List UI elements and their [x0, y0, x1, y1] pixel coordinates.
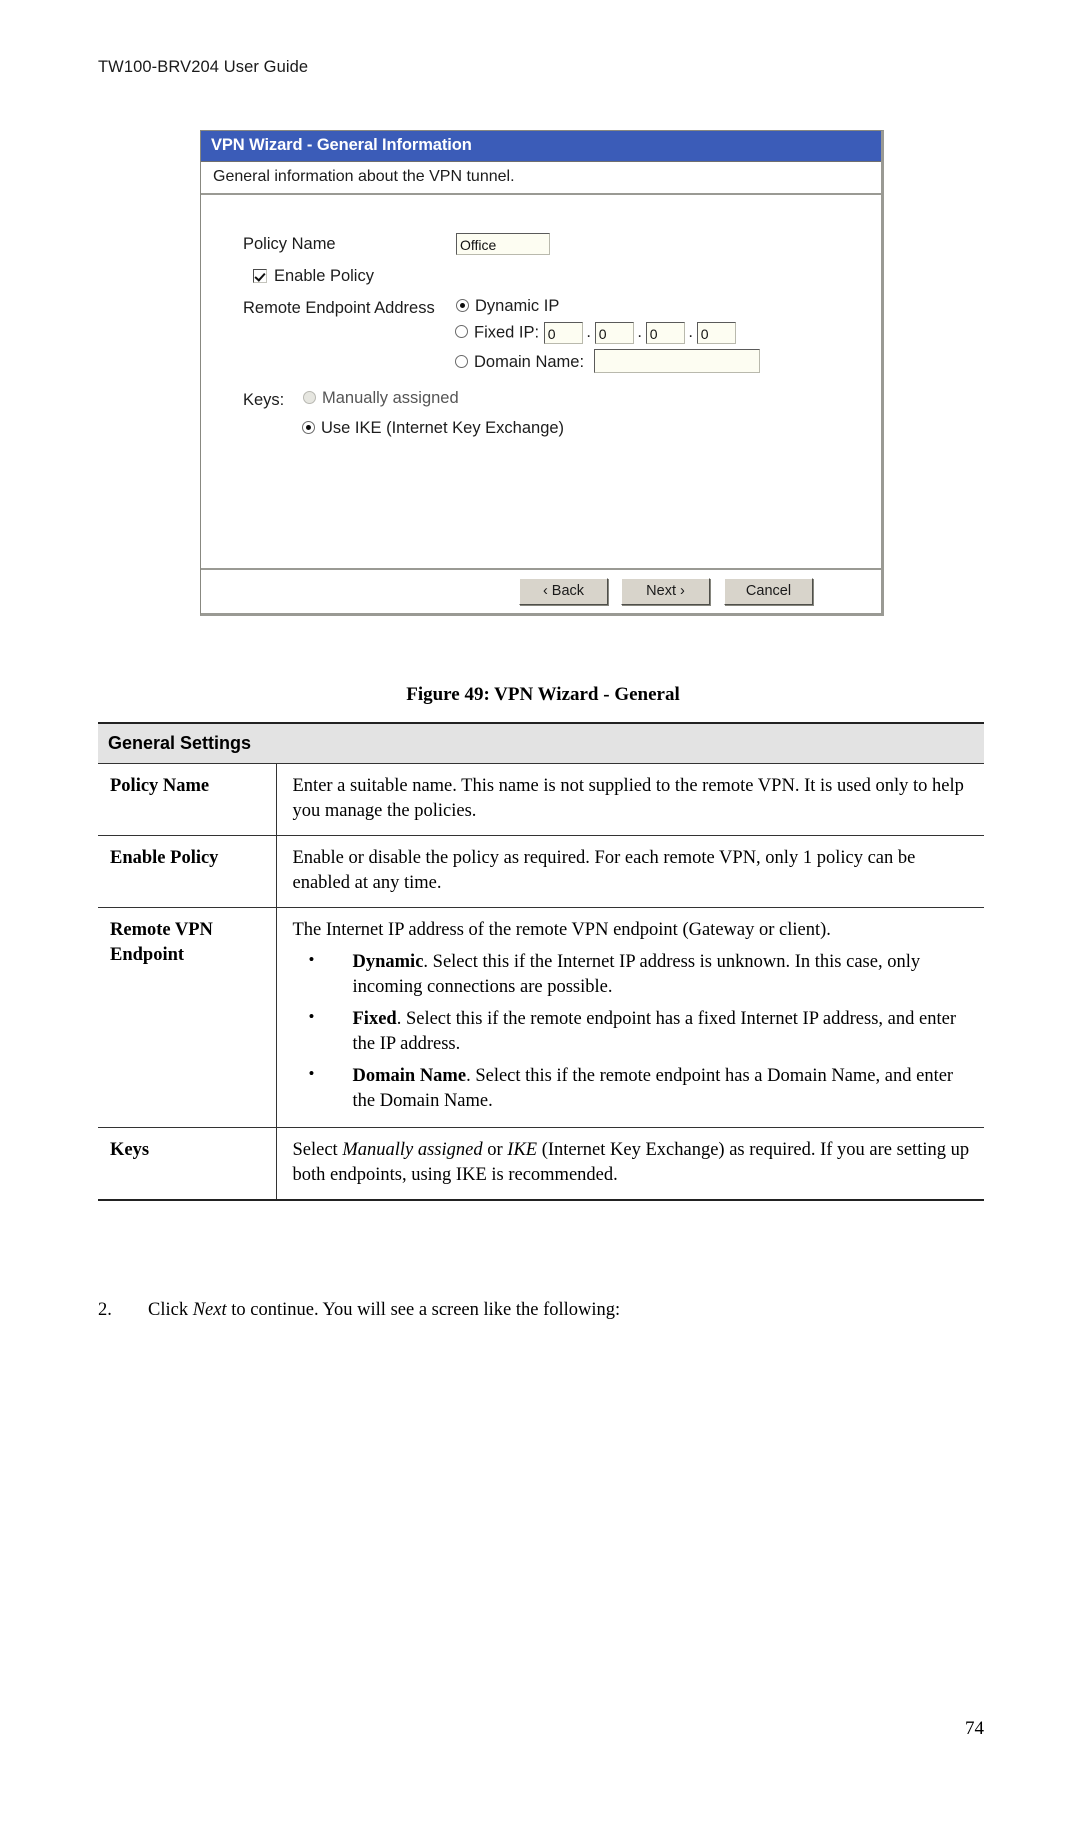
- setting-name: Remote VPN Endpoint: [98, 907, 277, 1128]
- domain-name-option[interactable]: Domain Name:: [455, 349, 760, 373]
- bullet-lead: Fixed: [352, 1008, 397, 1029]
- domain-name-input[interactable]: [593, 349, 760, 373]
- step-part2: to continue. You will see a screen like …: [226, 1300, 621, 1320]
- setting-bullet-list: Dynamic. Select this if the Internet IP …: [293, 949, 971, 1114]
- fixed-ip-octet-2[interactable]: 0: [594, 322, 634, 344]
- octet-separator-3: .: [688, 323, 693, 342]
- setting-name: Enable Policy: [98, 835, 277, 908]
- page-number: 74: [965, 1718, 984, 1739]
- bullet-lead: Domain Name: [352, 1065, 467, 1086]
- keys-row: Keys: Manually assigned Use IKE (Interne…: [243, 389, 881, 459]
- enable-policy-label: Enable Policy: [274, 267, 374, 285]
- next-button[interactable]: Next ›: [621, 578, 710, 605]
- enable-policy-control[interactable]: Enable Policy: [253, 267, 374, 286]
- step-italic: Next: [192, 1300, 227, 1320]
- running-head: TW100-BRV204 User Guide: [98, 58, 309, 76]
- keys-desc-part1: Select: [292, 1139, 343, 1160]
- table-section-header-row: General Settings: [98, 722, 984, 764]
- setting-description: The Internet IP address of the remote VP…: [276, 907, 984, 1128]
- keys-ike-option[interactable]: Use IKE (Internet Key Exchange): [302, 419, 564, 438]
- bullet-rest: . Select this if the Internet IP address…: [352, 951, 921, 997]
- table-row: Keys Select Manually assigned or IKE (In…: [98, 1127, 984, 1201]
- list-item: Dynamic. Select this if the Internet IP …: [293, 949, 971, 1000]
- list-item: Domain Name. Select this if the remote e…: [293, 1063, 971, 1114]
- fixed-ip-octet-1[interactable]: 0: [543, 322, 583, 344]
- bullet-lead: Dynamic: [352, 951, 424, 972]
- keys-desc-italic1: Manually assigned: [342, 1139, 483, 1160]
- keys-manual-option[interactable]: Manually assigned: [303, 389, 459, 408]
- dialog-body: Policy Name Office Enable Policy Remote …: [201, 195, 881, 613]
- cancel-button[interactable]: Cancel: [724, 578, 813, 605]
- step-number: 2.: [98, 1300, 112, 1320]
- step-text: Click Next to continue. You will see a s…: [148, 1300, 620, 1321]
- bullet-rest: . Select this if the remote endpoint has…: [352, 1008, 956, 1054]
- back-button[interactable]: ‹ Back: [519, 578, 608, 605]
- table-row: Policy Name Enter a suitable name. This …: [98, 763, 984, 836]
- policy-name-input[interactable]: Office: [456, 233, 550, 255]
- section-header: General Settings: [98, 722, 984, 764]
- setting-intro-text: The Internet IP address of the remote VP…: [292, 919, 831, 940]
- fixed-ip-label: Fixed IP:: [474, 323, 540, 342]
- list-item: Fixed. Select this if the remote endpoin…: [293, 1006, 971, 1057]
- dynamic-ip-option[interactable]: Dynamic IP: [456, 297, 559, 316]
- octet-separator-1: .: [586, 323, 591, 342]
- dialog-subtitle: General information about the VPN tunnel…: [201, 162, 881, 195]
- keys-manual-label: Manually assigned: [322, 389, 459, 407]
- keys-manual-radio[interactable]: [303, 391, 316, 404]
- figure-vpn-wizard: VPN Wizard - General Information General…: [200, 130, 886, 616]
- table-row: Remote VPN Endpoint The Internet IP addr…: [98, 907, 984, 1128]
- policy-name-label: Policy Name: [243, 235, 336, 253]
- fixed-ip-radio[interactable]: [455, 325, 468, 339]
- keys-ike-radio[interactable]: [302, 421, 315, 434]
- setting-description: Enter a suitable name. This name is not …: [276, 763, 984, 836]
- remote-endpoint-row: Remote Endpoint Address Dynamic IP Fixed…: [243, 297, 881, 383]
- setting-description: Enable or disable the policy as required…: [276, 835, 984, 908]
- octet-separator-2: .: [637, 323, 642, 342]
- domain-name-radio[interactable]: [455, 355, 468, 368]
- keys-ike-label: Use IKE (Internet Key Exchange): [321, 419, 565, 437]
- setting-description: Select Manually assigned or IKE (Interne…: [276, 1127, 984, 1201]
- dynamic-ip-radio[interactable]: [456, 299, 469, 312]
- general-information-form: Policy Name Office Enable Policy Remote …: [201, 195, 881, 459]
- domain-name-label: Domain Name:: [474, 353, 585, 371]
- table-row: Enable Policy Enable or disable the poli…: [98, 835, 984, 908]
- step-part1: Click: [148, 1300, 193, 1320]
- enable-policy-row: Enable Policy: [243, 267, 881, 297]
- general-settings-table: General Settings Policy Name Enter a sui…: [98, 722, 984, 1201]
- fixed-ip-octet-3[interactable]: 0: [645, 322, 685, 344]
- dialog-footer: ‹ Back Next › Cancel: [201, 568, 881, 613]
- setting-name: Policy Name: [98, 763, 277, 836]
- policy-name-row: Policy Name Office: [243, 233, 881, 267]
- figure-caption: Figure 49: VPN Wizard - General: [406, 684, 680, 705]
- keys-desc-italic2: IKE: [507, 1139, 538, 1160]
- enable-policy-checkbox[interactable]: [253, 269, 267, 283]
- setting-name: Keys: [98, 1127, 277, 1201]
- dynamic-ip-label: Dynamic IP: [475, 297, 560, 315]
- keys-desc-part2: or: [482, 1139, 508, 1160]
- fixed-ip-option[interactable]: Fixed IP: 0.0.0.0: [455, 322, 736, 344]
- vpn-wizard-dialog: VPN Wizard - General Information General…: [200, 130, 884, 616]
- dialog-title: VPN Wizard - General Information: [201, 131, 881, 162]
- keys-label: Keys:: [243, 391, 285, 409]
- remote-endpoint-label: Remote Endpoint Address: [243, 299, 435, 317]
- fixed-ip-octet-4[interactable]: 0: [696, 322, 736, 344]
